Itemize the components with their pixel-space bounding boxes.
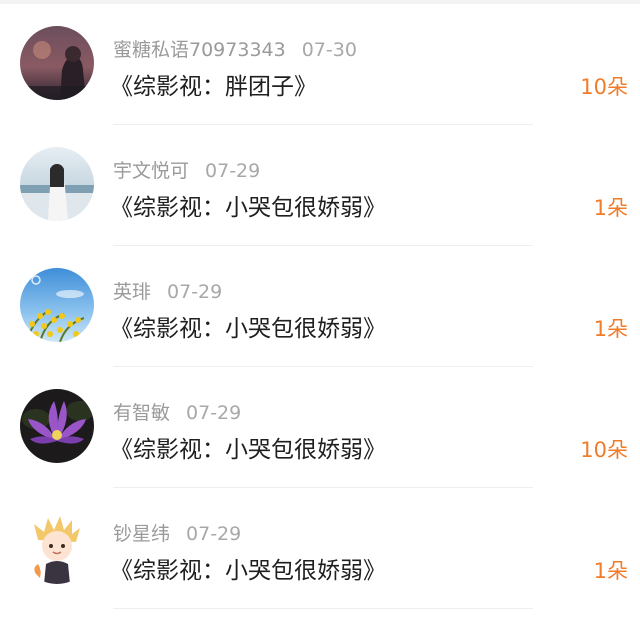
book-title[interactable]: 《综影视：小哭包很娇弱》 [110, 554, 386, 588]
yellow-flowers-sky-avatar[interactable] [20, 268, 94, 342]
seaside-girl-avatar[interactable] [20, 147, 94, 221]
list-item[interactable]: 有智敏 07-29 《综影视：小哭包很娇弱》 10朵 [0, 367, 640, 488]
user-name[interactable]: 有智敏 [113, 402, 170, 424]
user-name[interactable]: 宇文悦可 [113, 160, 189, 182]
user-name[interactable]: 英琲 [113, 281, 151, 303]
gift-date: 07-29 [205, 160, 261, 182]
purple-lotus-avatar[interactable] [20, 389, 94, 463]
flower-count: 1朵 [593, 559, 628, 583]
list-item[interactable]: 蜜糖私语70973343 07-30 《综影视：胖团子》 10朵 [0, 4, 640, 125]
book-title[interactable]: 《综影视：小哭包很娇弱》 [110, 312, 386, 346]
divider [113, 608, 533, 609]
gift-date: 07-30 [301, 39, 357, 61]
night-sky-girl-avatar[interactable] [20, 26, 94, 100]
user-name[interactable]: 蜜糖私语70973343 [113, 39, 286, 61]
flower-count: 10朵 [580, 75, 628, 99]
gift-date: 07-29 [186, 402, 242, 424]
anime-character-avatar[interactable] [20, 510, 94, 584]
flower-count: 1朵 [593, 196, 628, 220]
flower-count: 10朵 [580, 438, 628, 462]
gift-date: 07-29 [186, 523, 242, 545]
book-title[interactable]: 《综影视：小哭包很娇弱》 [110, 433, 386, 467]
list-item[interactable]: 英琲 07-29 《综影视：小哭包很娇弱》 1朵 [0, 246, 640, 367]
user-name[interactable]: 钞星纬 [113, 523, 170, 545]
book-title[interactable]: 《综影视：胖团子》 [110, 70, 317, 104]
book-title[interactable]: 《综影视：小哭包很娇弱》 [110, 191, 386, 225]
list-item[interactable]: 钞星纬 07-29 《综影视：小哭包很娇弱》 1朵 [0, 488, 640, 609]
list-item[interactable]: 宇文悦可 07-29 《综影视：小哭包很娇弱》 1朵 [0, 125, 640, 246]
flower-count: 1朵 [593, 317, 628, 341]
gift-date: 07-29 [167, 281, 223, 303]
